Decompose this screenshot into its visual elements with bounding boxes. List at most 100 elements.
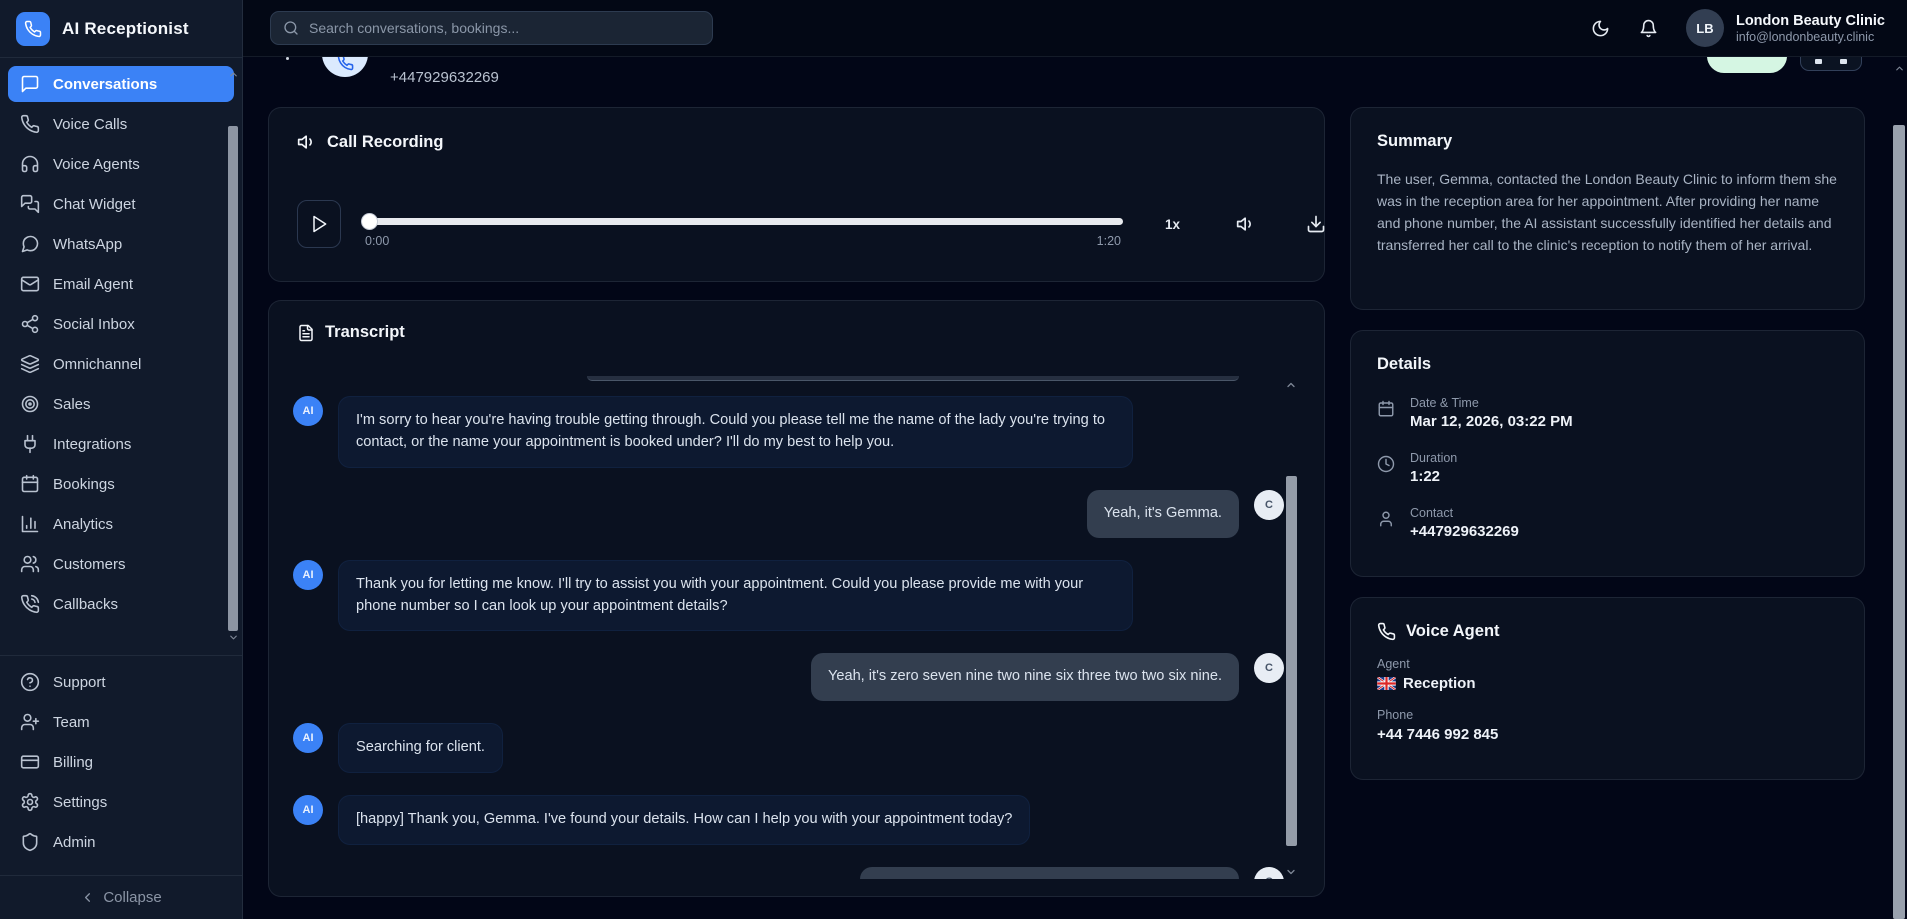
plug-icon (20, 434, 40, 454)
sidebar-item-label: Billing (53, 754, 93, 771)
seek-handle[interactable] (361, 213, 378, 230)
account-avatar: LB (1686, 9, 1724, 47)
sidebar-item-chat-widget[interactable]: Chat Widget (8, 186, 234, 222)
sidebar-scroll-up-icon[interactable] (227, 68, 239, 80)
detail-row-duration: Duration1:22 (1377, 451, 1838, 485)
seek-bar[interactable] (363, 218, 1123, 225)
account-menu[interactable]: LB London Beauty Clinic info@londonbeaut… (1686, 9, 1885, 47)
sidebar-footer-nav: Support Team Billing Settings Admin (0, 655, 242, 864)
detail-value: Mar 12, 2026, 03:22 PM (1410, 413, 1573, 430)
sidebar-scroll-down-icon[interactable] (227, 631, 239, 643)
sidebar-item-bookings[interactable]: Bookings (8, 466, 234, 502)
uk-flag-icon (1377, 677, 1396, 690)
sidebar-item-analytics[interactable]: Analytics (8, 506, 234, 542)
sidebar-item-settings[interactable]: Settings (8, 784, 234, 820)
search-input[interactable] (309, 20, 700, 36)
page-scroll-up-icon[interactable] (1893, 62, 1905, 74)
sidebar-item-label: Conversations (53, 76, 157, 93)
transcript-scroll-down-icon[interactable] (1285, 866, 1297, 878)
summary-title: Summary (1377, 132, 1838, 151)
global-search[interactable] (270, 11, 713, 45)
sidebar-item-billing[interactable]: Billing (8, 744, 234, 780)
app-logo-row: AI Receptionist (0, 0, 242, 57)
sidebar-item-email-agent[interactable]: Email Agent (8, 266, 234, 302)
status-badge-clipped[interactable] (1707, 57, 1787, 73)
transcript-scroll-up-icon[interactable] (1285, 379, 1297, 391)
sidebar-item-sales[interactable]: Sales (8, 386, 234, 422)
shield-icon (20, 832, 40, 852)
user-icon (1377, 510, 1396, 529)
sidebar-item-label: Bookings (53, 476, 115, 493)
sidebar-item-label: Settings (53, 794, 107, 811)
volume-button[interactable] (1236, 213, 1256, 235)
customer-avatar: C (1254, 867, 1284, 879)
download-icon (1306, 214, 1326, 234)
sidebar-item-omnichannel[interactable]: Omnichannel (8, 346, 234, 382)
detail-label: Date & Time (1410, 396, 1573, 410)
agent-phone-value: +44 7446 992 845 (1377, 726, 1838, 743)
message-bubble: [happy] Thank you, Gemma. I've found you… (338, 795, 1030, 845)
chat-double-icon (20, 194, 40, 214)
sidebar-scroll-thumb[interactable] (228, 126, 238, 631)
transcript-title: Transcript (325, 323, 405, 342)
back-button[interactable] (286, 57, 289, 60)
credit-card-icon (20, 752, 40, 772)
account-email: info@londonbeauty.clinic (1736, 30, 1885, 44)
bell-icon (1639, 19, 1658, 38)
transcript-scroll-thumb[interactable] (1286, 476, 1297, 846)
ai-avatar: AI (293, 795, 323, 825)
customer-message: Yeah, it's zero seven nine two nine six … (293, 653, 1284, 701)
user-plus-icon (20, 712, 40, 732)
sidebar-collapse-button[interactable]: Collapse (0, 875, 242, 919)
notifications-button[interactable] (1638, 17, 1660, 39)
sidebar-item-label: Customers (53, 556, 126, 573)
customer-message: Yeah, it's Gemma.C (293, 490, 1284, 538)
page-scroll-thumb[interactable] (1893, 125, 1905, 919)
agent-name: Reception (1403, 675, 1476, 692)
audio-player: 0:00 1:20 1x (297, 200, 1296, 248)
sidebar-item-team[interactable]: Team (8, 704, 234, 740)
sidebar-item-label: Social Inbox (53, 316, 135, 333)
clock-icon (1377, 455, 1396, 474)
sidebar-item-admin[interactable]: Admin (8, 824, 234, 860)
detail-row-date-time: Date & Time Mar 12, 2026, 03:22 PM (1377, 396, 1838, 430)
call-recording-card: Call Recording 0:00 1:20 1x (268, 107, 1325, 282)
sidebar-scrollbar[interactable] (227, 68, 239, 643)
account-name: London Beauty Clinic (1736, 12, 1885, 30)
sidebar-item-whatsapp[interactable]: WhatsApp (8, 226, 234, 262)
calendar-icon (1377, 400, 1396, 419)
phone-icon (1377, 622, 1396, 641)
sidebar-item-customers[interactable]: Customers (8, 546, 234, 582)
phone-callback-icon (20, 594, 40, 614)
sidebar-item-social-inbox[interactable]: Social Inbox (8, 306, 234, 342)
sidebar-item-callbacks[interactable]: Callbacks (8, 586, 234, 622)
customer-avatar: C (1254, 490, 1284, 520)
sidebar-item-conversations[interactable]: Conversations (8, 66, 234, 102)
contact-avatar (322, 57, 368, 77)
top-header: LB London Beauty Clinic info@londonbeaut… (243, 0, 1907, 57)
app-title: AI Receptionist (62, 19, 189, 39)
app-root: AI Receptionist Conversations Voice Calls… (0, 0, 1907, 919)
transcript-scrollbar[interactable] (1285, 379, 1298, 878)
transcript-scroll-area[interactable]: AII'm sorry to hear you're having troubl… (293, 376, 1284, 879)
sidebar-item-voice-agents[interactable]: Voice Agents (8, 146, 234, 182)
sidebar-item-integrations[interactable]: Integrations (8, 426, 234, 462)
page-scrollbar[interactable] (1891, 57, 1907, 919)
play-button[interactable] (297, 200, 341, 248)
conversation-header-clipped: +447929632269 (243, 57, 1891, 107)
dark-mode-toggle[interactable] (1590, 17, 1612, 39)
clipped-message-top (587, 376, 1239, 381)
details-card: Details Date & TimeMar 12, 2026, 03:22 P… (1350, 330, 1865, 577)
action-button-clipped[interactable] (1800, 57, 1862, 71)
search-icon (283, 20, 299, 36)
download-button[interactable] (1306, 213, 1326, 235)
sidebar-item-label: Voice Calls (53, 116, 127, 133)
summary-text: The user, Gemma, contacted the London Be… (1377, 168, 1838, 256)
sidebar-item-support[interactable]: Support (8, 664, 234, 700)
sidebar-nav-zone: Conversations Voice Calls Voice Agents Chat… (0, 57, 242, 653)
ai-message: AII'm sorry to hear you're having troubl… (293, 396, 1284, 468)
sidebar-item-voice-calls[interactable]: Voice Calls (8, 106, 234, 142)
message-bubble: Thank you for letting me know. I'll try … (338, 560, 1133, 632)
playback-speed-button[interactable]: 1x (1165, 217, 1180, 232)
layers-icon (20, 354, 40, 374)
